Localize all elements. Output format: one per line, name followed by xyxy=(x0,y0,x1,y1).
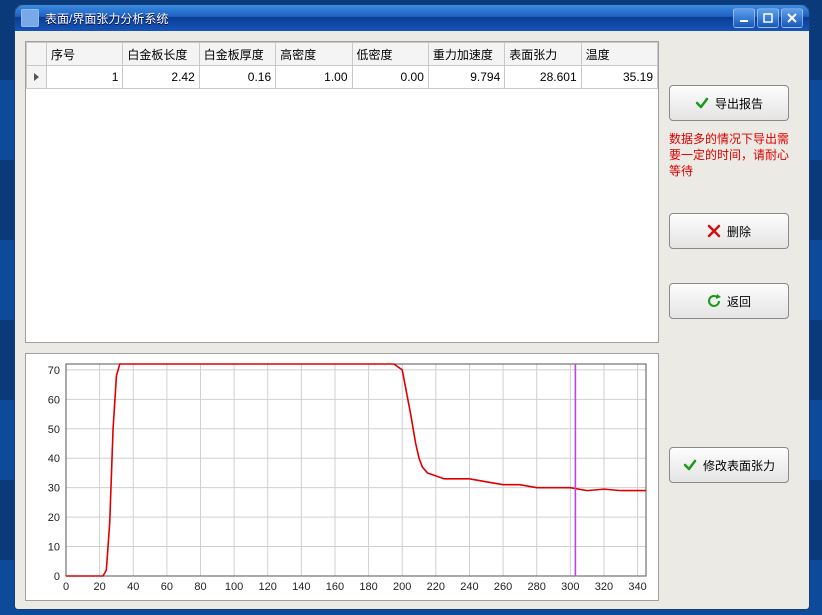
svg-text:0: 0 xyxy=(54,571,60,583)
svg-text:260: 260 xyxy=(494,581,512,593)
app-window: 表面/界面张力分析系统 序号 白金板长度 白金板厚度 高密度 低密度 重力加速度… xyxy=(14,4,810,610)
cell[interactable]: 0.16 xyxy=(199,66,275,89)
svg-text:20: 20 xyxy=(48,512,60,524)
cell[interactable]: 9.794 xyxy=(428,66,504,89)
svg-text:180: 180 xyxy=(359,581,377,593)
cell[interactable]: 0.00 xyxy=(352,66,428,89)
check-icon xyxy=(683,458,697,472)
cell[interactable]: 1.00 xyxy=(276,66,352,89)
button-label: 修改表面张力 xyxy=(703,457,775,474)
svg-text:160: 160 xyxy=(326,581,344,593)
client-area: 序号 白金板长度 白金板厚度 高密度 低密度 重力加速度 表面张力 温度 1 2… xyxy=(15,31,809,609)
col-plate-len[interactable]: 白金板长度 xyxy=(123,43,199,66)
svg-text:60: 60 xyxy=(161,581,173,593)
col-low-dens[interactable]: 低密度 xyxy=(352,43,428,66)
x-icon xyxy=(707,224,721,238)
svg-text:40: 40 xyxy=(48,453,60,465)
svg-text:320: 320 xyxy=(595,581,613,593)
table-header-row: 序号 白金板长度 白金板厚度 高密度 低密度 重力加速度 表面张力 温度 xyxy=(27,43,658,66)
svg-text:140: 140 xyxy=(292,581,310,593)
svg-text:200: 200 xyxy=(393,581,411,593)
svg-text:240: 240 xyxy=(460,581,478,593)
col-temp[interactable]: 温度 xyxy=(581,43,657,66)
button-label: 返回 xyxy=(727,293,751,310)
modify-tension-button[interactable]: 修改表面张力 xyxy=(669,447,789,483)
close-button[interactable] xyxy=(781,8,803,28)
button-label: 删除 xyxy=(727,223,751,240)
cell[interactable]: 1 xyxy=(47,66,123,89)
svg-text:20: 20 xyxy=(93,581,105,593)
cell[interactable]: 2.42 xyxy=(123,66,199,89)
window-title: 表面/界面张力分析系统 xyxy=(45,10,733,27)
svg-text:220: 220 xyxy=(427,581,445,593)
col-gravity[interactable]: 重力加速度 xyxy=(428,43,504,66)
data-table[interactable]: 序号 白金板长度 白金板厚度 高密度 低密度 重力加速度 表面张力 温度 1 2… xyxy=(25,41,659,343)
svg-text:60: 60 xyxy=(48,394,60,406)
export-report-button[interactable]: 导出报告 xyxy=(669,85,789,121)
svg-text:300: 300 xyxy=(561,581,579,593)
svg-text:70: 70 xyxy=(48,365,60,377)
svg-text:80: 80 xyxy=(194,581,206,593)
svg-text:340: 340 xyxy=(628,581,646,593)
app-icon xyxy=(21,9,39,27)
svg-text:40: 40 xyxy=(127,581,139,593)
export-note: 数据多的情况下导出需要一定的时间，请耐心等待 xyxy=(669,131,797,179)
maximize-button[interactable] xyxy=(757,8,779,28)
side-panel: 导出报告 数据多的情况下导出需要一定的时间，请耐心等待 删除 返回 修改表面张力 xyxy=(669,41,799,599)
svg-text:120: 120 xyxy=(259,581,277,593)
svg-text:50: 50 xyxy=(48,424,60,436)
refresh-icon xyxy=(707,294,721,308)
back-button[interactable]: 返回 xyxy=(669,283,789,319)
svg-text:10: 10 xyxy=(48,542,60,554)
svg-text:100: 100 xyxy=(225,581,243,593)
tension-chart: 0204060801001201401601802002202402602803… xyxy=(25,353,659,601)
delete-button[interactable]: 删除 xyxy=(669,213,789,249)
col-tension[interactable]: 表面张力 xyxy=(505,43,581,66)
table-row[interactable]: 1 2.42 0.16 1.00 0.00 9.794 28.601 35.19 xyxy=(27,66,658,89)
cell[interactable]: 28.601 xyxy=(505,66,581,89)
col-seq[interactable]: 序号 xyxy=(47,43,123,66)
minimize-button[interactable] xyxy=(733,8,755,28)
col-plate-thk[interactable]: 白金板厚度 xyxy=(199,43,275,66)
chart-svg: 0204060801001201401601802002202402602803… xyxy=(26,354,658,600)
cell[interactable]: 35.19 xyxy=(581,66,657,89)
title-bar[interactable]: 表面/界面张力分析系统 xyxy=(15,5,809,32)
svg-text:0: 0 xyxy=(63,581,69,593)
check-icon xyxy=(695,96,709,110)
row-indicator-header xyxy=(27,43,47,66)
svg-text:30: 30 xyxy=(48,483,60,495)
svg-text:280: 280 xyxy=(528,581,546,593)
col-high-dens[interactable]: 高密度 xyxy=(276,43,352,66)
button-label: 导出报告 xyxy=(715,95,763,112)
current-row-indicator-icon xyxy=(27,66,47,89)
